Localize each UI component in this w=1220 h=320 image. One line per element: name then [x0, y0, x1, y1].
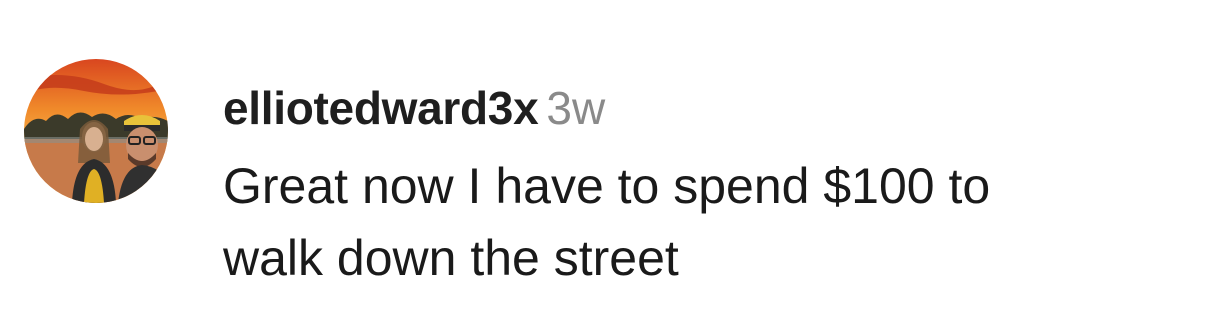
avatar[interactable]	[24, 59, 168, 203]
comment-text: Great now I have to spend $100 to walk d…	[223, 150, 1203, 294]
username-link[interactable]: elliotedward3x	[223, 82, 539, 134]
timestamp: 3w	[546, 82, 606, 134]
comment-header: elliotedward3x 3w	[223, 78, 605, 138]
comment-item: elliotedward3x 3w Great now I have to spe…	[0, 0, 1220, 320]
profile-photo-icon	[24, 59, 168, 203]
comment-text-line: walk down the street	[223, 230, 679, 286]
comment-text-line: Great now I have to spend $100 to	[223, 158, 991, 214]
